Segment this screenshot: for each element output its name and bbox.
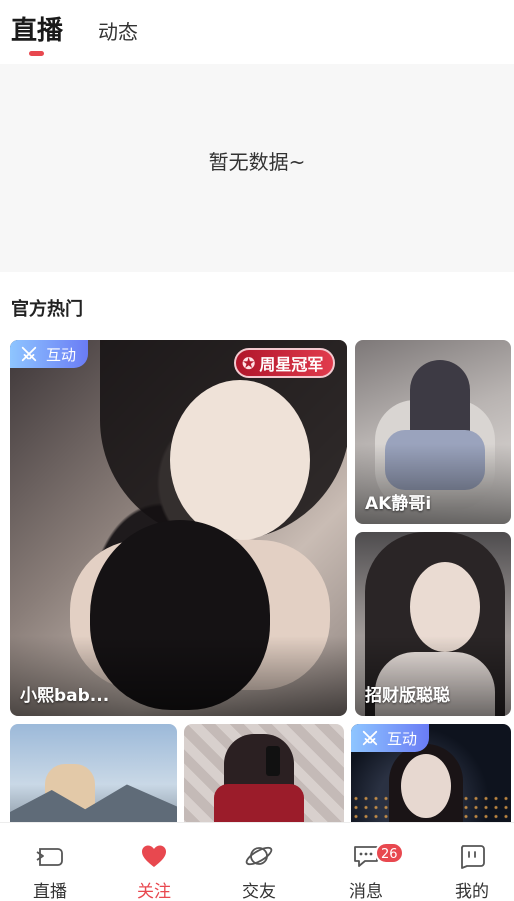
stream-card[interactable]: AK静哥i [355,340,511,524]
weekly-champion-tag: ✪ 周星冠军 [234,348,336,378]
nav-label: 交友 [242,882,276,901]
nav-item-profile[interactable]: 我的 [422,823,514,901]
nav-item-messages[interactable]: 26 消息 [316,823,416,901]
nav-label: 直播 [33,882,67,901]
stream-card[interactable] [10,724,177,834]
top-tab-bar: 直播 动态 [0,0,514,64]
live-icon [36,848,63,866]
nav-item-live[interactable]: 直播 [0,823,100,901]
badge-label: 互动 [46,345,77,364]
swords-icon [362,730,378,746]
stream-card[interactable]: 招财版聪聪 [355,532,511,716]
nav-label: 关注 [137,882,171,901]
nav-item-social[interactable]: 交友 [209,823,309,901]
profile-icon [461,845,485,869]
interactive-badge: 互动 [351,724,430,752]
stream-card[interactable]: 互动 [351,724,511,834]
badge-label: 互动 [387,729,418,748]
empty-state: 暂无数据~ [0,64,514,272]
stream-card[interactable] [184,724,344,834]
card-image-face [170,380,310,540]
nav-label: 我的 [455,882,489,901]
heart-icon [142,845,166,867]
bottom-nav: 直播 关注 交友 26 消息 我的 [0,822,514,901]
section-title: 官方热门 [11,299,83,320]
stream-card[interactable]: 互动 ✪ 周星冠军 小熙bab... [10,340,347,716]
star-icon: ✪ [242,353,256,373]
streamer-name: 小熙bab... [20,686,110,706]
swords-icon [21,346,37,362]
unread-count-badge: 26 [375,842,404,864]
weekly-champion-label: 周星冠军 [259,355,324,374]
planet-icon [245,846,273,866]
page: 直播 动态 暂无数据~ 官方热门 互动 ✪ 周星冠军 小熙bab... AK静哥 [0,0,514,901]
nav-label: 消息 [349,882,383,901]
tab-feed[interactable]: 动态 [98,16,138,45]
interactive-badge: 互动 [10,340,89,368]
tab-live[interactable]: 直播 [11,10,63,47]
card-image-phone [266,746,280,776]
streamer-name: 招财版聪聪 [365,686,450,706]
empty-state-text: 暂无数据~ [208,150,306,174]
card-image-face [401,754,451,818]
nav-item-follow[interactable]: 关注 [104,823,204,901]
tab-active-indicator [29,51,44,56]
streamer-name: AK静哥i [365,494,432,514]
